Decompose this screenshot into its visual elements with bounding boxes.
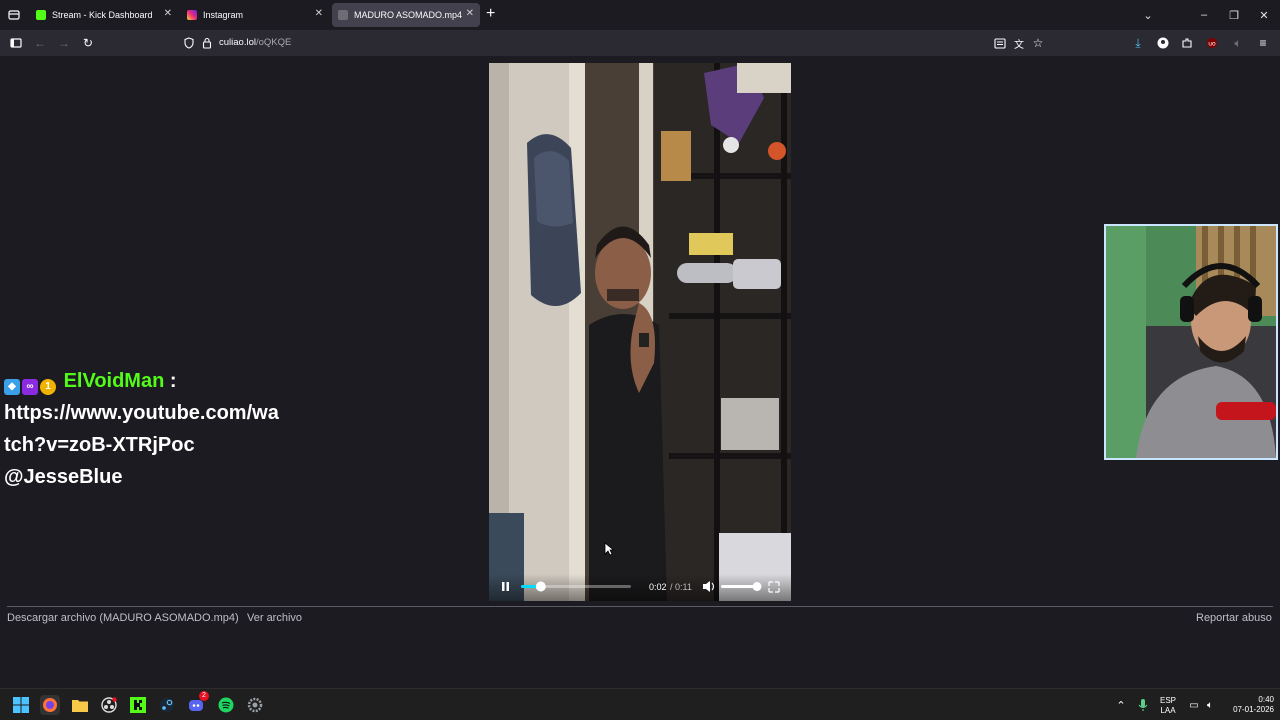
seek-thumb[interactable]: [535, 581, 546, 592]
os-badge-icon: ∞: [22, 379, 38, 395]
duration: 0:11: [675, 582, 692, 592]
volume-level: [721, 585, 757, 588]
obs-icon[interactable]: [99, 695, 119, 715]
discord-notification-badge: 2: [199, 691, 209, 701]
volume-thumb[interactable]: [752, 582, 762, 591]
close-icon[interactable]: ✕: [315, 8, 323, 19]
forward-icon[interactable]: →: [56, 35, 72, 51]
url-text[interactable]: culiao.lol/oQKQE: [219, 37, 291, 48]
microphone-icon[interactable]: [1133, 695, 1153, 715]
translate-icon[interactable]: 文: [1011, 35, 1027, 51]
tab-label: Stream - Kick Dashboard: [52, 10, 153, 20]
new-tab-icon[interactable]: +: [486, 6, 495, 22]
video-player[interactable]: [489, 63, 791, 601]
sidebar-icon[interactable]: [8, 35, 24, 51]
speaker-icon[interactable]: 🔈︎: [1230, 35, 1246, 51]
back-icon[interactable]: ←: [32, 35, 48, 51]
chat-message-line: @JesseBlue: [4, 466, 123, 488]
download-icon[interactable]: ⤓: [1130, 35, 1146, 51]
close-icon[interactable]: ✕: [164, 8, 172, 19]
language-code: ESP: [1159, 696, 1176, 705]
firefox-icon[interactable]: [40, 695, 60, 715]
url-host: culiao.lol: [219, 37, 256, 48]
fullscreen-icon[interactable]: [768, 581, 780, 593]
extensions-icon[interactable]: [1179, 35, 1195, 51]
tab-list-icon[interactable]: [6, 7, 22, 23]
kick-app-icon[interactable]: [128, 695, 148, 715]
restore-icon[interactable]: ❐: [1218, 0, 1250, 30]
download-file-link[interactable]: Descargar archivo (MADURO ASOMADO.mp4): [7, 612, 239, 624]
svg-text:uo: uo: [1208, 41, 1216, 48]
clock-time: 0:40: [1258, 695, 1274, 704]
tab-video[interactable]: MADURO ASOMADO.mp4 ✕: [332, 3, 480, 27]
tab-label: MADURO ASOMADO.mp4: [354, 10, 463, 20]
tab-instagram[interactable]: Instagram ✕: [181, 3, 329, 27]
menu-icon[interactable]: ≡: [1255, 35, 1271, 51]
url-bar[interactable]: culiao.lol/oQKQE 文 ☆: [178, 33, 1051, 53]
volume-tray-icon[interactable]: 🔈︎: [1200, 695, 1220, 715]
keyboard-layout: LAA: [1160, 706, 1176, 715]
close-icon[interactable]: ✕: [466, 8, 474, 19]
view-file-link[interactable]: Ver archivo: [247, 612, 302, 624]
url-path: /oQKQE: [255, 37, 292, 48]
steam-icon[interactable]: [157, 695, 177, 715]
one-badge-icon: 1: [40, 379, 56, 395]
windows-taskbar: 2 ⌃ ESP LAA ▭ 🔈︎ 0:40 07-01-2026: [0, 688, 1280, 720]
tab-kick-dashboard[interactable]: Stream - Kick Dashboard ✕: [30, 3, 178, 27]
language-indicator[interactable]: ESP LAA: [1156, 696, 1180, 716]
page-content: 0:02 / 0:11 Descargar archivo (MADURO AS…: [0, 56, 1280, 688]
instagram-icon: [187, 10, 197, 20]
minimize-icon[interactable]: –: [1188, 0, 1220, 30]
volume-icon[interactable]: [703, 581, 715, 592]
clock-date: 07-01-2026: [1233, 705, 1274, 714]
page-divider: [7, 606, 1273, 607]
streamer-webcam-image: [1106, 226, 1276, 458]
current-time: 0:02: [649, 582, 667, 592]
ublock-icon[interactable]: uo: [1204, 35, 1220, 51]
mouse-cursor-icon: [604, 542, 615, 561]
chat-username: ElVoidMan: [63, 370, 165, 392]
video-controls-svg: 0:02 / 0:11: [502, 581, 780, 593]
discord-icon[interactable]: 2: [187, 691, 209, 715]
windows-start-icon[interactable]: [11, 695, 31, 715]
time-separator: /: [670, 582, 673, 592]
account-icon[interactable]: [1155, 35, 1171, 51]
chat-message-line: https://www.youtube.com/wa: [4, 402, 279, 424]
chat-message-line: tch?v=zoB-XTRjPoc: [4, 434, 195, 456]
video-controls: 0:02 / 0:11: [489, 574, 791, 601]
shield-icon[interactable]: [181, 35, 197, 51]
chevron-down-icon[interactable]: ⌄: [1132, 0, 1164, 30]
lock-icon[interactable]: [199, 35, 215, 51]
tab-strip: Stream - Kick Dashboard ✕ Instagram ✕ MA…: [0, 0, 1280, 30]
video-frame: [489, 63, 791, 601]
pause-icon[interactable]: [502, 582, 509, 591]
reload-icon[interactable]: ↻: [80, 35, 96, 51]
star-icon[interactable]: ☆: [1030, 35, 1046, 51]
speaker-icon: [338, 10, 348, 20]
chevron-up-icon[interactable]: ⌃: [1111, 695, 1131, 715]
file-explorer-icon[interactable]: [70, 695, 90, 715]
tab-label: Instagram: [203, 10, 244, 20]
report-abuse-link[interactable]: Reportar abuso: [1196, 612, 1272, 624]
kick-icon: [36, 10, 46, 20]
cube-badge-icon: ◆: [4, 379, 20, 395]
chat-separator: :: [169, 370, 177, 392]
spotify-icon[interactable]: [216, 695, 236, 715]
chat-header: ◆ ∞ 1 ElVoidMan :: [4, 365, 304, 397]
webcam-overlay: [1104, 224, 1278, 460]
reader-view-icon[interactable]: [992, 35, 1008, 51]
settings-icon[interactable]: [245, 695, 265, 715]
clock[interactable]: 0:40 07-01-2026: [1222, 695, 1274, 715]
close-window-icon[interactable]: ✕: [1248, 0, 1280, 30]
stream-chat-message: ◆ ∞ 1 ElVoidMan : https://www.youtube.com/…: [4, 365, 304, 493]
navigation-bar: ← → ↻ culiao.lol/oQKQE 文 ☆ ⤓ uo 🔈︎ ≡: [0, 30, 1280, 56]
